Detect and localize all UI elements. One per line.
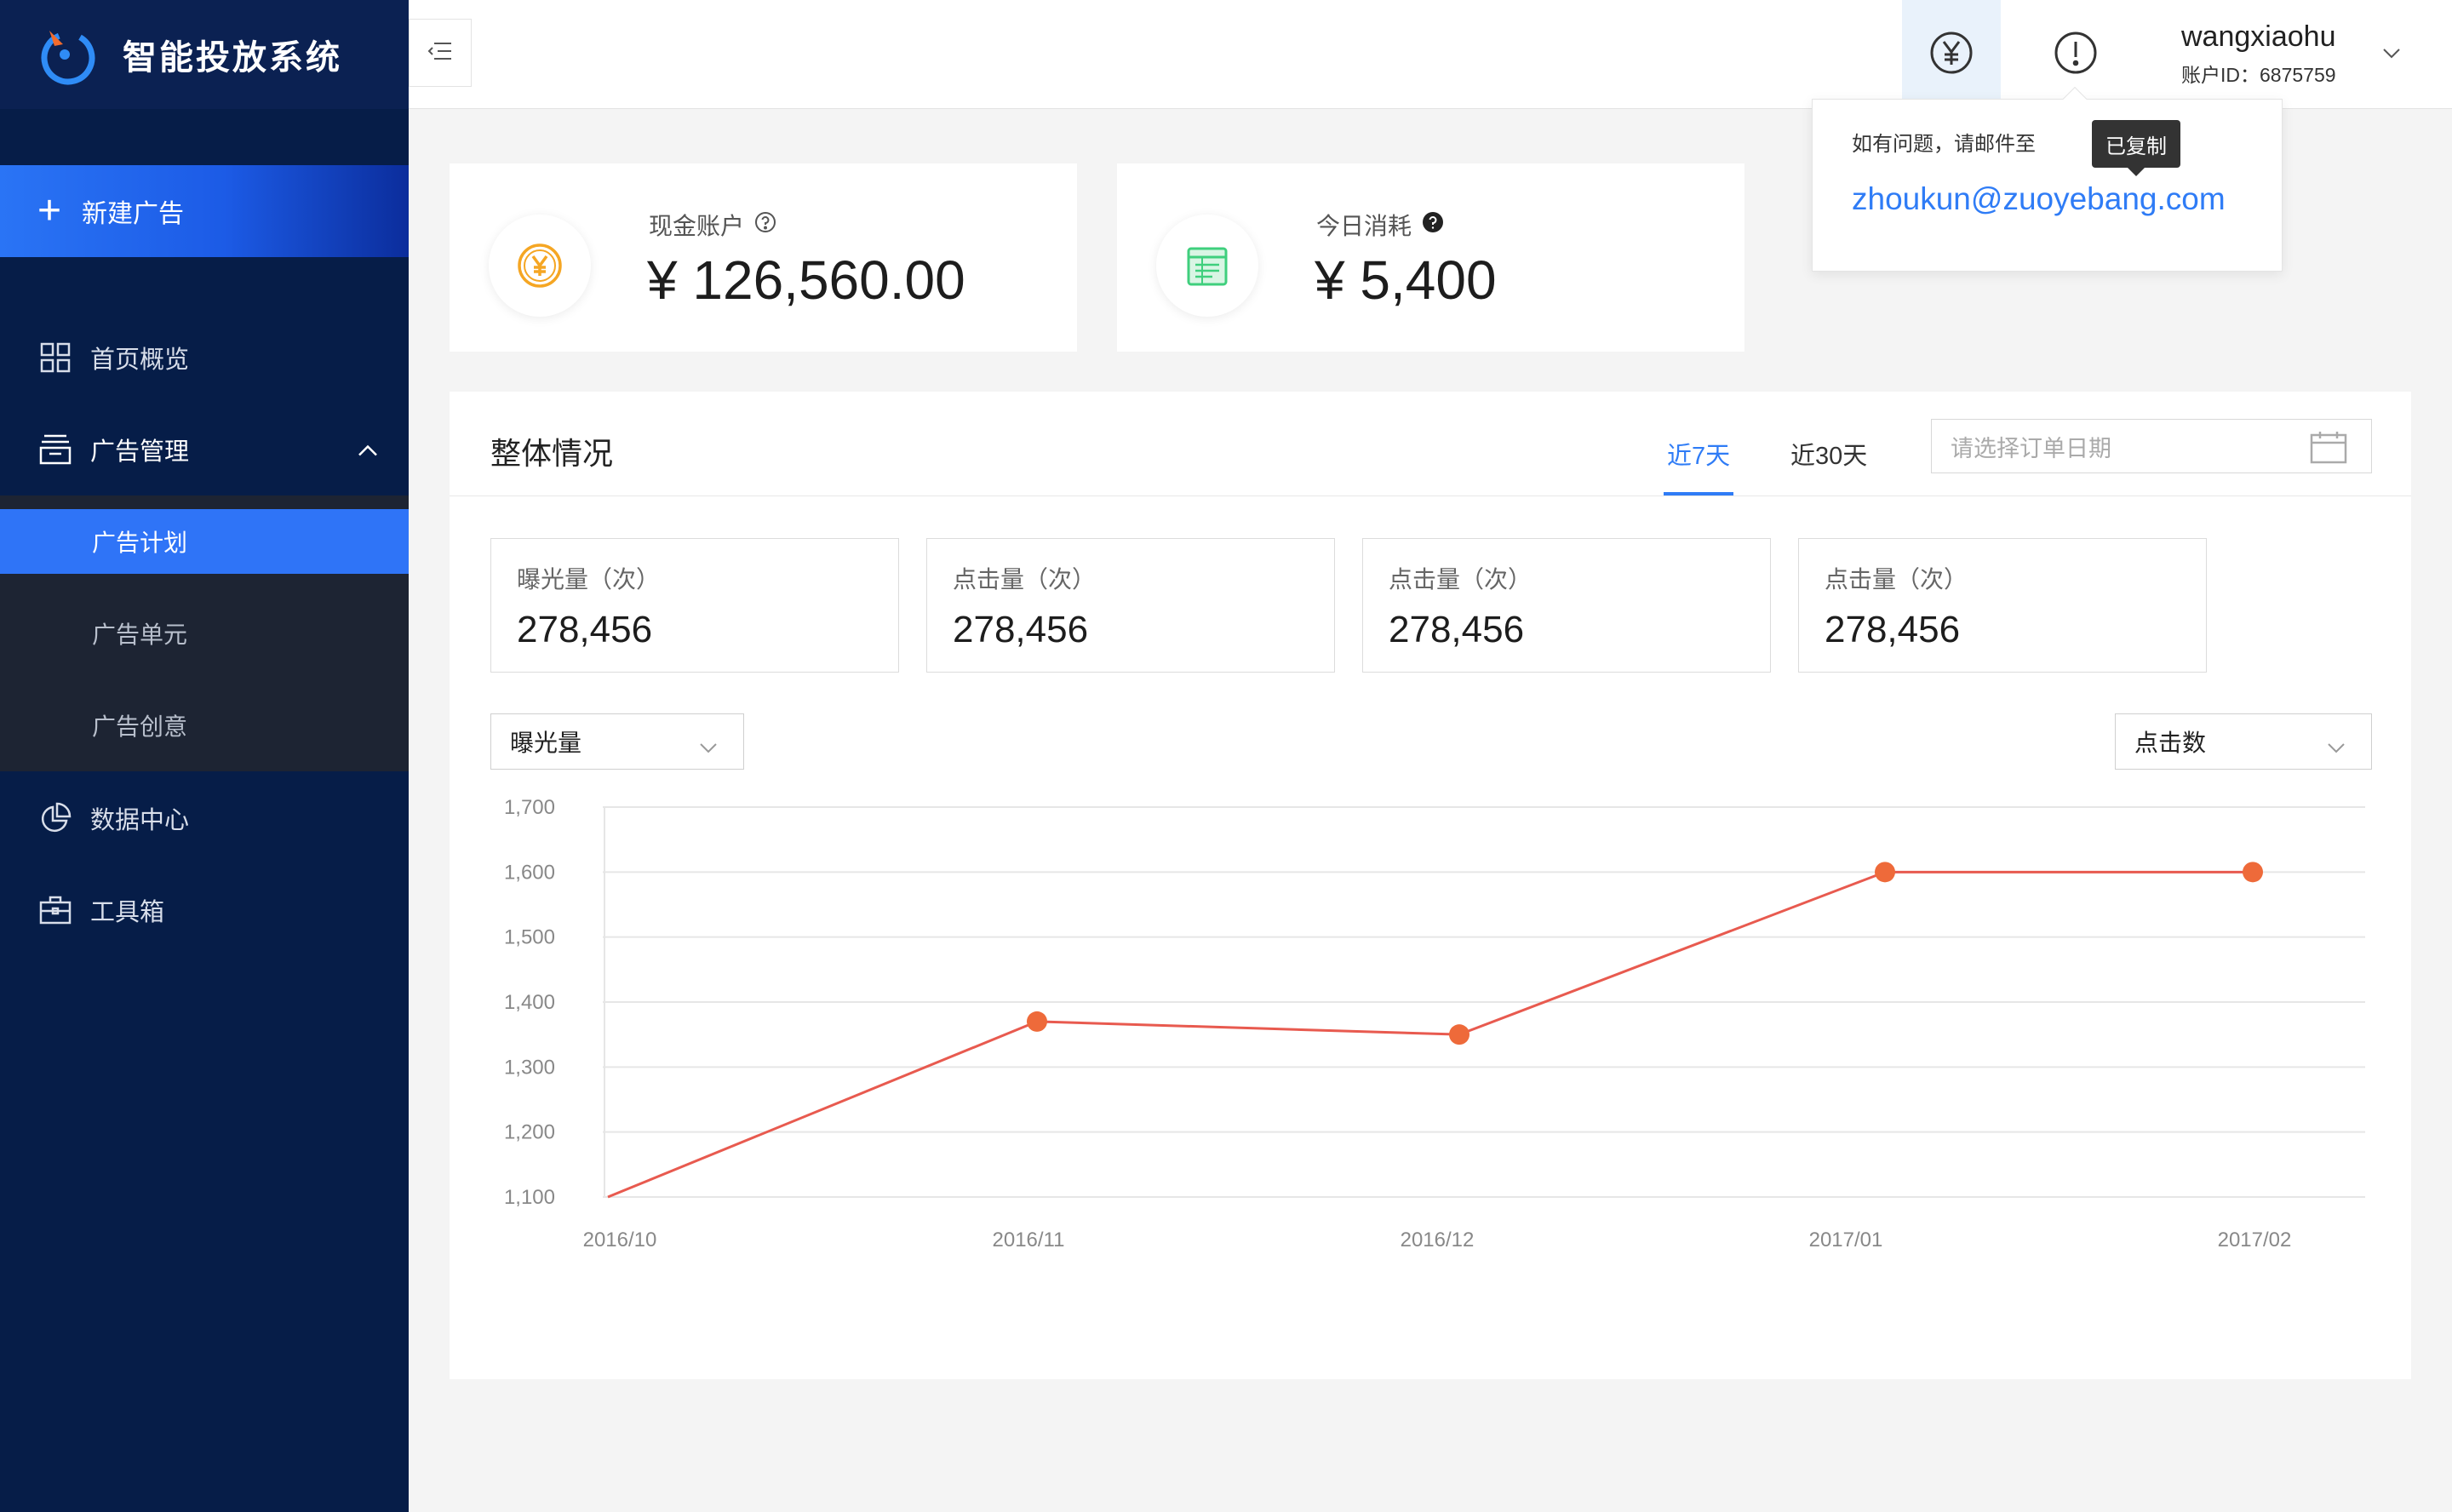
yen-circle-icon bbox=[1929, 31, 1974, 79]
x-tick-label: 2017/01 bbox=[1809, 1228, 1883, 1251]
yen-coin-icon bbox=[489, 215, 591, 317]
metric-label: 点击量（次） bbox=[1825, 566, 1968, 593]
sidebar-menu-lower: 数据中心 工具箱 bbox=[0, 772, 409, 956]
tab-7-days[interactable]: 近7天 bbox=[1667, 436, 1730, 472]
toolbox-icon bbox=[39, 894, 72, 926]
top-header: wangxiaohu 账户ID：6875759 bbox=[409, 0, 2452, 109]
date-placeholder: 请选择订单日期 bbox=[1951, 435, 2111, 461]
sidebar-item-overview[interactable]: 首页概览 bbox=[0, 312, 409, 404]
data-point bbox=[1875, 862, 1895, 883]
chevron-down-icon[interactable] bbox=[2382, 48, 2401, 64]
user-info[interactable]: wangxiaohu 账户ID：6875759 bbox=[2181, 20, 2336, 88]
panel-divider bbox=[450, 495, 2411, 496]
sidebar-item-label: 广告计划 bbox=[92, 530, 188, 556]
sidebar-item-ad-creative[interactable]: 广告创意 bbox=[0, 679, 409, 771]
sidebar-item-label: 广告管理 bbox=[90, 438, 190, 466]
ledger-icon bbox=[1156, 215, 1258, 317]
x-tick-label: 2016/11 bbox=[993, 1228, 1065, 1251]
metric-card-clicks: 点击量（次） 278,456 bbox=[1362, 538, 1771, 673]
x-tick-label: 2016/12 bbox=[1401, 1228, 1475, 1251]
copied-tooltip: 已复制 bbox=[2092, 120, 2180, 176]
line-chart: 1,100 1,200 1,300 1,400 1,500 1,600 1,700 2016/… bbox=[504, 796, 2365, 1251]
new-ad-label: 新建广告 bbox=[82, 200, 185, 228]
sidebar-item-label: 首页概览 bbox=[90, 346, 190, 374]
sidebar-item-label: 数据中心 bbox=[90, 807, 190, 834]
grid-icon bbox=[39, 341, 72, 374]
x-tick-label: 2016/10 bbox=[583, 1228, 657, 1251]
y-tick-label: 1,200 bbox=[504, 1121, 555, 1144]
panel-title: 整体情况 bbox=[490, 436, 614, 471]
sidebar-item-ad-unit[interactable]: 广告单元 bbox=[0, 587, 409, 679]
metric-card-clicks: 点击量（次） 278,456 bbox=[926, 538, 1335, 673]
sidebar: 智能投放系统 + 新建广告 首页概览 广告管理 广告计划 广告单元 广告创意 数… bbox=[0, 0, 409, 1512]
sidebar-item-ad-management[interactable]: 广告管理 bbox=[0, 404, 409, 495]
pie-chart-icon bbox=[39, 802, 72, 834]
metric-value: 278,456 bbox=[1825, 609, 1961, 650]
calendar-icon bbox=[2310, 430, 2347, 470]
x-tick-label: 2017/02 bbox=[2218, 1228, 2292, 1251]
cash-account-label: 现金账户 bbox=[649, 213, 745, 239]
series-line bbox=[607, 870, 2253, 1199]
contact-email-link[interactable]: zhoukun@zuoyebang.com bbox=[1852, 181, 2226, 217]
today-spend-label: 今日消耗 bbox=[1316, 213, 1412, 239]
question-circle-filled-icon[interactable] bbox=[1422, 211, 1444, 239]
today-spend-card: 今日消耗 ¥ 5,400 bbox=[1117, 163, 1744, 352]
y-tick-label: 1,500 bbox=[504, 926, 555, 949]
question-circle-icon[interactable] bbox=[754, 211, 776, 239]
left-metric-select[interactable]: 曝光量 bbox=[490, 713, 744, 770]
sidebar-item-label: 广告单元 bbox=[92, 621, 188, 648]
ad-management-submenu: 广告计划 广告单元 广告创意 bbox=[0, 495, 409, 771]
plus-icon: + bbox=[37, 188, 62, 233]
stat-label: 今日消耗 bbox=[1316, 208, 1444, 242]
sidebar-menu: 首页概览 广告管理 bbox=[0, 312, 409, 495]
brand: 智能投放系统 bbox=[0, 0, 409, 109]
y-tick-label: 1,600 bbox=[504, 861, 555, 884]
tab-30-days[interactable]: 近30天 bbox=[1790, 436, 1867, 472]
chevron-up-icon bbox=[358, 436, 378, 464]
contact-popover: 如有问题，请邮件至 zhoukun@zuoyebang.com bbox=[1812, 86, 2283, 272]
y-tick-label: 1,300 bbox=[504, 1056, 555, 1079]
cash-account-card: 现金账户 ¥ 126,560.00 bbox=[450, 163, 1077, 352]
popover-text: 如有问题，请邮件至 bbox=[1852, 133, 2036, 156]
today-spend-value: ¥ 5,400 bbox=[1315, 249, 1497, 311]
menu-fold-icon bbox=[427, 41, 453, 66]
y-tick-label: 1,400 bbox=[504, 991, 555, 1014]
username: wangxiaohu bbox=[2181, 20, 2336, 53]
metric-value: 278,456 bbox=[517, 609, 653, 650]
select-value: 点击数 bbox=[2134, 730, 2207, 756]
account-id: 账户ID：6875759 bbox=[2181, 64, 2336, 86]
chevron-down-icon bbox=[699, 733, 718, 760]
right-metric-select[interactable]: 点击数 bbox=[2115, 713, 2372, 770]
data-point bbox=[1027, 1011, 1047, 1032]
y-tick-label: 1,100 bbox=[504, 1186, 555, 1209]
metric-label: 点击量（次） bbox=[1389, 566, 1532, 593]
data-point bbox=[1449, 1024, 1469, 1045]
chevron-down-icon bbox=[2327, 733, 2346, 760]
overview-panel: 整体情况 近7天 近30天 请选择订单日期 曝光量（次） 278,456 点击量… bbox=[450, 392, 2411, 1379]
metric-label: 点击量（次） bbox=[953, 566, 1097, 593]
sidebar-item-label: 广告创意 bbox=[92, 713, 188, 740]
metric-card-clicks: 点击量（次） 278,456 bbox=[1798, 538, 2207, 673]
exclamation-circle-icon bbox=[2054, 31, 2098, 79]
metric-card-impressions: 曝光量（次） 278,456 bbox=[490, 538, 899, 673]
sidebar-item-toolbox[interactable]: 工具箱 bbox=[0, 864, 409, 956]
select-value: 曝光量 bbox=[510, 730, 582, 756]
sidebar-item-label: 工具箱 bbox=[90, 899, 165, 926]
data-point bbox=[2243, 862, 2263, 883]
brand-name: 智能投放系统 bbox=[123, 39, 342, 77]
balance-button[interactable] bbox=[1902, 0, 2001, 109]
archive-icon bbox=[39, 433, 72, 466]
order-date-input[interactable]: 请选择订单日期 bbox=[1931, 419, 2372, 473]
sidebar-item-ad-plan[interactable]: 广告计划 bbox=[0, 509, 409, 574]
y-tick-label: 1,700 bbox=[504, 796, 555, 819]
collapse-sidebar-button[interactable] bbox=[409, 19, 472, 87]
metric-value: 278,456 bbox=[1389, 609, 1525, 650]
logo-icon bbox=[37, 24, 99, 85]
sidebar-item-data-center[interactable]: 数据中心 bbox=[0, 772, 409, 864]
metric-label: 曝光量（次） bbox=[517, 566, 661, 593]
cash-account-value: ¥ 126,560.00 bbox=[647, 249, 965, 311]
new-ad-button[interactable]: + 新建广告 bbox=[0, 165, 409, 257]
stat-label: 现金账户 bbox=[649, 208, 776, 242]
metric-value: 278,456 bbox=[953, 609, 1089, 650]
